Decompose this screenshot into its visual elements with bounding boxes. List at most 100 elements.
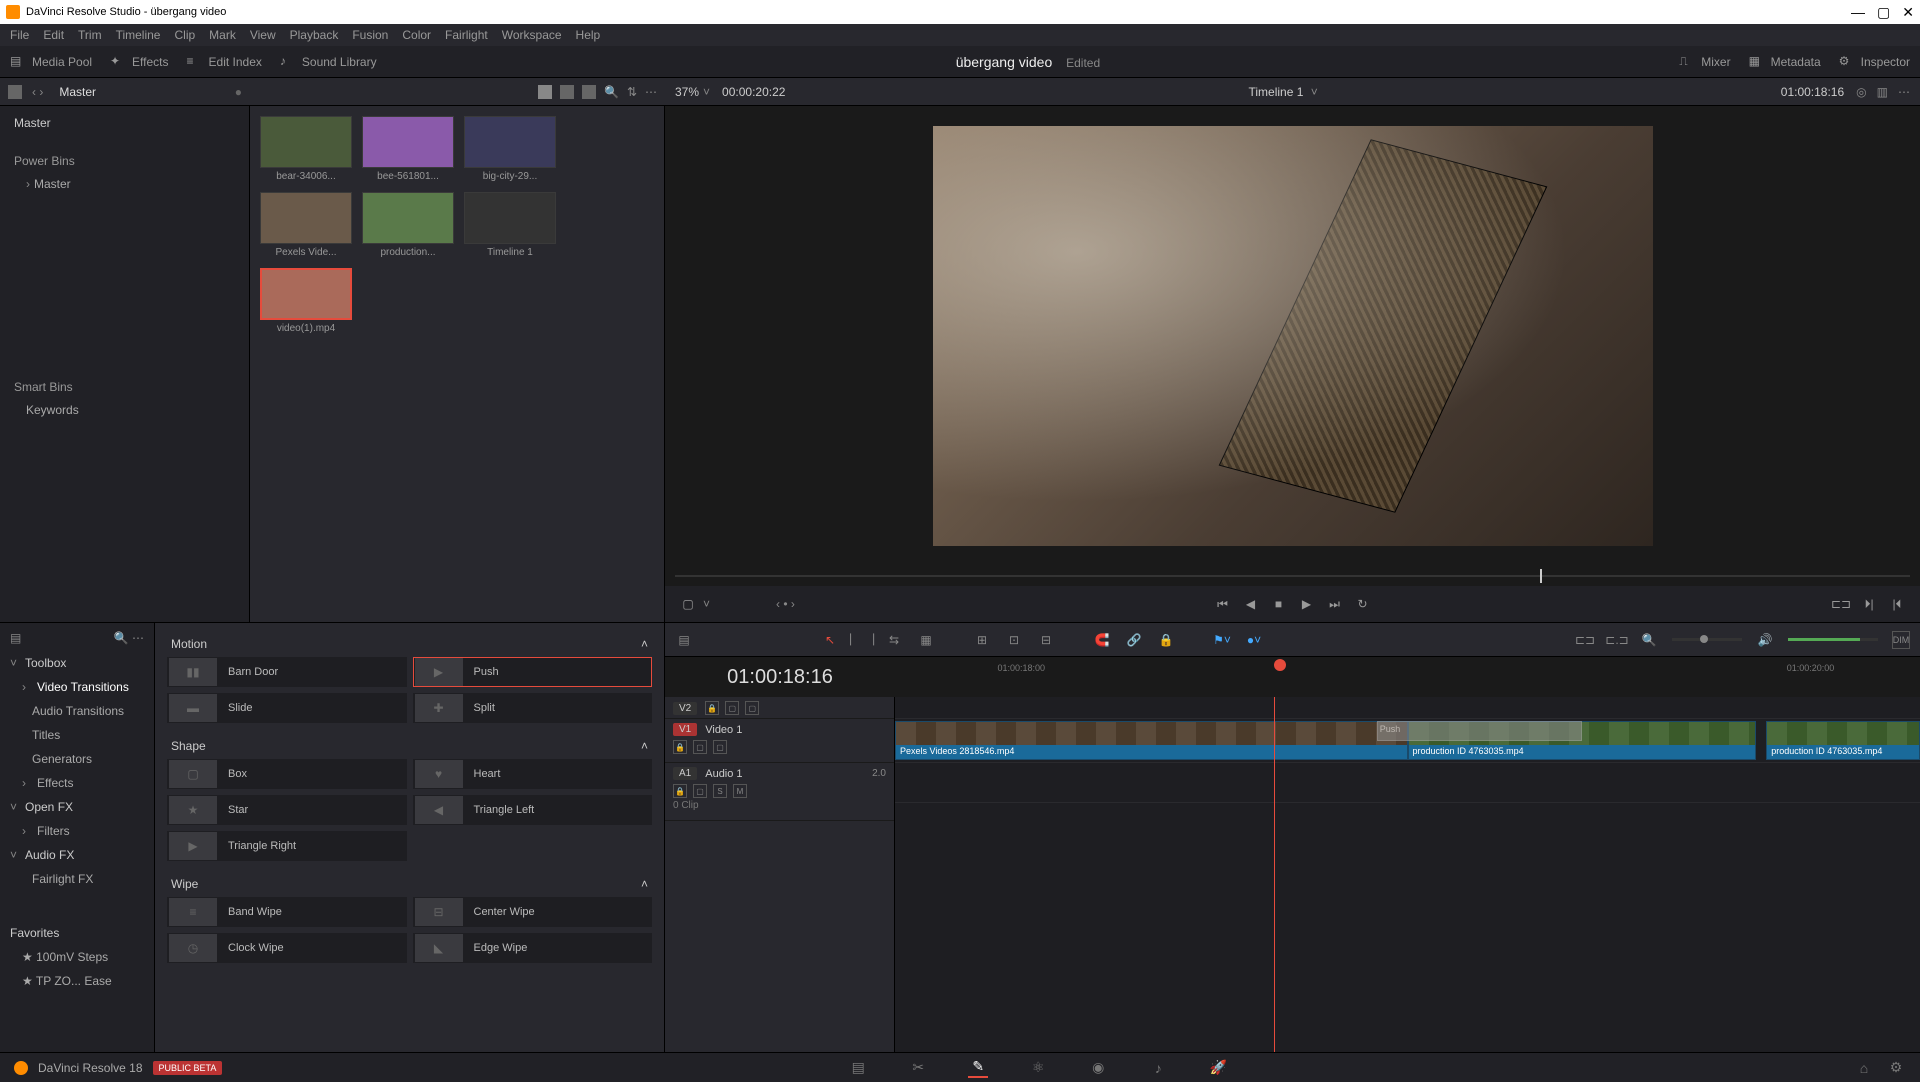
- power-bins-header[interactable]: Power Bins: [6, 148, 243, 174]
- thumb-6[interactable]: video(1).mp4: [260, 268, 352, 334]
- viewer-scrubber[interactable]: [665, 566, 1920, 586]
- fx-clock-wipe[interactable]: ◷Clock Wipe: [167, 933, 407, 963]
- page-fairlight[interactable]: ♪: [1148, 1058, 1168, 1078]
- timeline-view-icon[interactable]: ▤: [675, 631, 693, 649]
- thumb-0[interactable]: bear-34006...: [260, 116, 352, 182]
- menu-view[interactable]: View: [250, 28, 276, 42]
- zoom-percent[interactable]: 37%: [675, 85, 699, 99]
- zoom-full-icon[interactable]: ⊏⊐: [1576, 631, 1594, 649]
- menu-trim[interactable]: Trim: [78, 28, 102, 42]
- mixer-toggle[interactable]: ⎍ Mixer: [1679, 54, 1730, 70]
- fx-push[interactable]: ▶Push: [413, 657, 653, 687]
- snap-tool[interactable]: 🧲: [1093, 631, 1111, 649]
- fx-box[interactable]: ▢Box: [167, 759, 407, 789]
- group-wipe[interactable]: Wipe˄: [167, 871, 652, 897]
- in-out-icon[interactable]: ⊏⊐: [1832, 595, 1850, 613]
- first-frame-button[interactable]: ⏮: [1214, 595, 1232, 613]
- fx-slide[interactable]: ▬Slide: [167, 693, 407, 723]
- prev-edit-icon[interactable]: |⏴: [1888, 595, 1906, 613]
- a1-solo-icon[interactable]: S: [713, 784, 727, 798]
- thumb-1[interactable]: bee-561801...: [362, 116, 454, 182]
- group-motion[interactable]: Motion˄: [167, 631, 652, 657]
- next-edit-icon[interactable]: ⏵|: [1860, 595, 1878, 613]
- dim-toggle[interactable]: DIM: [1892, 631, 1910, 649]
- volume-slider[interactable]: [1788, 638, 1878, 641]
- transition-push[interactable]: Push: [1377, 721, 1582, 741]
- cat-toolbox[interactable]: ˅Toolbox: [0, 651, 154, 675]
- effects-toggle[interactable]: ✦ Effects: [110, 54, 168, 70]
- menu-fairlight[interactable]: Fairlight: [445, 28, 488, 42]
- menu-color[interactable]: Color: [402, 28, 431, 42]
- page-cut[interactable]: ✂: [908, 1058, 928, 1078]
- menu-fusion[interactable]: Fusion: [352, 28, 388, 42]
- page-media[interactable]: ▤: [848, 1058, 868, 1078]
- selection-tool[interactable]: ↖: [821, 631, 839, 649]
- viewer-image[interactable]: [933, 126, 1653, 546]
- blade-tool[interactable]: ▦: [917, 631, 935, 649]
- thumb-5[interactable]: Timeline 1: [464, 192, 556, 258]
- cat-fairlight-fx[interactable]: Fairlight FX: [0, 867, 154, 891]
- track-header-v1[interactable]: V1Video 1 🔒▢▢: [665, 719, 894, 763]
- cat-generators[interactable]: Generators: [0, 747, 154, 771]
- edit-index-toggle[interactable]: ≡ Edit Index: [187, 54, 262, 70]
- breadcrumb[interactable]: Master: [59, 85, 96, 99]
- match-frame-icon[interactable]: ▢: [679, 595, 697, 613]
- cat-audio-transitions[interactable]: Audio Transitions: [0, 699, 154, 723]
- bin-view-icon[interactable]: [8, 85, 22, 99]
- a1-arm-icon[interactable]: ▢: [693, 784, 707, 798]
- track-header-v2[interactable]: V2 🔒▢▢: [665, 697, 894, 719]
- cat-filters[interactable]: ›Filters: [0, 819, 154, 843]
- cat-favorites[interactable]: Favorites: [0, 921, 154, 945]
- menu-help[interactable]: Help: [576, 28, 601, 42]
- v2-lock-icon[interactable]: 🔒: [705, 701, 719, 715]
- thumb-3[interactable]: Pexels Vide...: [260, 192, 352, 258]
- lane-v1[interactable]: production ID 4763035.mp4production ID 4…: [895, 719, 1920, 763]
- a1-lock-icon[interactable]: 🔒: [673, 784, 687, 798]
- flag-tool[interactable]: ⚑˅: [1213, 631, 1231, 649]
- v2-enable-icon[interactable]: ▢: [745, 701, 759, 715]
- fx-edge-wipe[interactable]: ◣Edge Wipe: [413, 933, 653, 963]
- fx-triangle-left[interactable]: ◀Triangle Left: [413, 795, 653, 825]
- v1-auto-icon[interactable]: ▢: [693, 740, 707, 754]
- more-icon[interactable]: ⋯: [645, 85, 657, 99]
- fx-star[interactable]: ★Star: [167, 795, 407, 825]
- clip-2[interactable]: production ID 4763035.mp4: [1766, 721, 1920, 760]
- replace-tool[interactable]: ⊟: [1037, 631, 1055, 649]
- fx-center-wipe[interactable]: ⊟Center Wipe: [413, 897, 653, 927]
- zoom-detail-icon[interactable]: ⊏.⊐: [1608, 631, 1626, 649]
- fav-tpzo[interactable]: ★ TP ZO... Ease: [0, 969, 154, 993]
- track-header-a1[interactable]: A1Audio 12.0 🔒▢SM 0 Clip: [665, 763, 894, 821]
- trim-tool[interactable]: ⎸⎹: [853, 631, 871, 649]
- timeline-body[interactable]: production ID 4763035.mp4production ID 4…: [895, 697, 1920, 1052]
- zoom-custom-icon[interactable]: 🔍: [1640, 631, 1658, 649]
- fx-triangle-right[interactable]: ▶Triangle Right: [167, 831, 407, 861]
- volume-icon[interactable]: 🔊: [1756, 631, 1774, 649]
- menu-file[interactable]: File: [10, 28, 29, 42]
- close-button[interactable]: ✕: [1902, 4, 1914, 21]
- v1-lock-icon[interactable]: 🔒: [673, 740, 687, 754]
- effects-search-icon[interactable]: 🔍 ⋯: [114, 631, 144, 645]
- menu-workspace[interactable]: Workspace: [502, 28, 562, 42]
- last-frame-button[interactable]: ⏭: [1326, 595, 1344, 613]
- fav-100mv[interactable]: ★ 100mV Steps: [0, 945, 154, 969]
- dual-view-icon[interactable]: ▥: [1877, 85, 1888, 99]
- cat-titles[interactable]: Titles: [0, 723, 154, 747]
- metadata-toggle[interactable]: ▦ Metadata: [1749, 54, 1821, 70]
- sound-library-toggle[interactable]: ♪ Sound Library: [280, 54, 377, 70]
- a1-mute-icon[interactable]: M: [733, 784, 747, 798]
- fx-barn-door[interactable]: ▮▮Barn Door: [167, 657, 407, 687]
- menu-clip[interactable]: Clip: [174, 28, 195, 42]
- thumb-4[interactable]: production...: [362, 192, 454, 258]
- settings-icon[interactable]: ⚙: [1886, 1058, 1906, 1078]
- smart-bins-header[interactable]: Smart Bins: [6, 374, 243, 400]
- loop-button[interactable]: ↻: [1354, 595, 1372, 613]
- home-icon[interactable]: ⌂: [1854, 1058, 1874, 1078]
- ruler-playhead[interactable]: [1274, 659, 1286, 671]
- cat-open-fx[interactable]: ˅Open FX: [0, 795, 154, 819]
- group-shape[interactable]: Shape˄: [167, 733, 652, 759]
- menu-edit[interactable]: Edit: [43, 28, 64, 42]
- page-deliver[interactable]: 🚀: [1208, 1058, 1228, 1078]
- link-tool[interactable]: 🔗: [1125, 631, 1143, 649]
- clip-0[interactable]: Pexels Videos 2818546.mp4: [895, 721, 1408, 760]
- smart-bin-keywords[interactable]: Keywords: [6, 400, 243, 420]
